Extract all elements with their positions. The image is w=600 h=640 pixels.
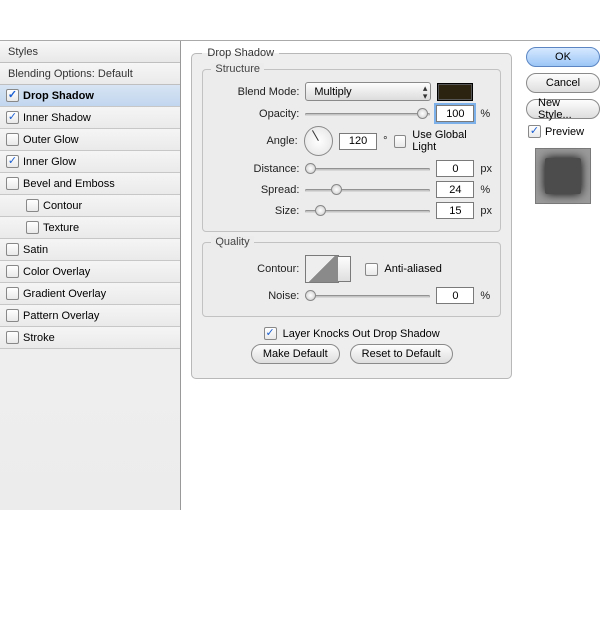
checkbox-icon[interactable] <box>6 155 19 168</box>
distance-input[interactable] <box>436 160 474 177</box>
structure-group: Structure Blend Mode: Multiply ▴▾ Opacit… <box>202 69 501 232</box>
spread-unit: % <box>480 184 490 196</box>
checkbox-icon[interactable] <box>6 331 19 344</box>
style-label: Bevel and Emboss <box>23 178 115 190</box>
contour-picker[interactable] <box>305 255 339 283</box>
style-label: Color Overlay <box>23 266 90 278</box>
style-texture[interactable]: Texture <box>0 217 180 239</box>
checkbox-icon[interactable] <box>6 177 19 190</box>
style-contour[interactable]: Contour <box>0 195 180 217</box>
blending-options-row[interactable]: Blending Options: Default <box>0 63 180 85</box>
checkbox-icon[interactable] <box>6 265 19 278</box>
style-pattern-overlay[interactable]: Pattern Overlay <box>0 305 180 327</box>
checkbox-icon[interactable] <box>6 133 19 146</box>
checkbox-icon[interactable] <box>26 221 39 234</box>
style-label: Stroke <box>23 332 55 344</box>
style-preview <box>535 148 591 204</box>
style-gradient-overlay[interactable]: Gradient Overlay <box>0 283 180 305</box>
knocks-out-label: Layer Knocks Out Drop Shadow <box>283 328 440 340</box>
anti-aliased-label: Anti-aliased <box>384 263 441 275</box>
style-stroke[interactable]: Stroke <box>0 327 180 349</box>
drop-shadow-panel: Drop Shadow Structure Blend Mode: Multip… <box>181 41 522 510</box>
dialog-buttons: OK Cancel New Style... Preview <box>522 41 600 510</box>
noise-input[interactable] <box>436 287 474 304</box>
style-label: Pattern Overlay <box>23 310 99 322</box>
style-inner-shadow[interactable]: Inner Shadow <box>0 107 180 129</box>
structure-label: Structure <box>211 63 264 75</box>
styles-sidebar: Styles Blending Options: Default Drop Sh… <box>0 41 181 510</box>
style-label: Inner Glow <box>23 156 76 168</box>
anti-aliased-checkbox[interactable] <box>365 263 378 276</box>
size-label: Size: <box>211 205 299 217</box>
angle-dial[interactable] <box>304 126 333 156</box>
size-slider[interactable] <box>305 204 430 218</box>
style-label: Drop Shadow <box>23 90 94 102</box>
preview-label: Preview <box>545 126 584 138</box>
quality-group: Quality Contour: Anti-aliased Noise: % <box>202 242 501 317</box>
drop-shadow-fieldset: Drop Shadow Structure Blend Mode: Multip… <box>191 47 512 379</box>
cancel-button[interactable]: Cancel <box>526 73 600 93</box>
angle-input[interactable] <box>339 133 377 150</box>
noise-unit: % <box>480 290 490 302</box>
use-global-light-label: Use Global Light <box>412 129 492 153</box>
style-satin[interactable]: Satin <box>0 239 180 261</box>
use-global-light-checkbox[interactable] <box>394 135 407 148</box>
blend-mode-select[interactable]: Multiply ▴▾ <box>305 82 431 101</box>
blend-mode-label: Blend Mode: <box>211 86 299 98</box>
distance-slider[interactable] <box>305 162 430 176</box>
opacity-label: Opacity: <box>211 108 299 120</box>
knocks-out-checkbox[interactable] <box>264 327 277 340</box>
noise-label: Noise: <box>211 290 299 302</box>
preview-checkbox[interactable] <box>528 125 541 138</box>
style-label: Outer Glow <box>23 134 79 146</box>
style-label: Gradient Overlay <box>23 288 106 300</box>
style-label: Inner Shadow <box>23 112 91 124</box>
quality-label: Quality <box>211 236 253 248</box>
style-inner-glow[interactable]: Inner Glow <box>0 151 180 173</box>
checkbox-icon[interactable] <box>6 89 19 102</box>
ok-button[interactable]: OK <box>526 47 600 67</box>
reset-default-button[interactable]: Reset to Default <box>350 344 453 364</box>
distance-unit: px <box>480 163 492 175</box>
color-swatch[interactable] <box>437 83 473 101</box>
opacity-input[interactable] <box>436 105 474 122</box>
size-input[interactable] <box>436 202 474 219</box>
style-label: Texture <box>43 222 79 234</box>
style-outer-glow[interactable]: Outer Glow <box>0 129 180 151</box>
checkbox-icon[interactable] <box>6 309 19 322</box>
size-unit: px <box>480 205 492 217</box>
noise-slider[interactable] <box>305 289 430 303</box>
opacity-slider[interactable] <box>305 107 430 121</box>
styles-header: Styles <box>0 41 180 63</box>
make-default-button[interactable]: Make Default <box>251 344 340 364</box>
layer-style-dialog: Styles Blending Options: Default Drop Sh… <box>0 40 600 510</box>
panel-title: Drop Shadow <box>202 47 279 59</box>
checkbox-icon[interactable] <box>6 287 19 300</box>
style-bevel-emboss[interactable]: Bevel and Emboss <box>0 173 180 195</box>
checkbox-icon[interactable] <box>6 243 19 256</box>
opacity-unit: % <box>480 108 490 120</box>
angle-unit: ° <box>383 135 387 147</box>
style-label: Satin <box>23 244 48 256</box>
checkbox-icon[interactable] <box>26 199 39 212</box>
style-preview-swatch <box>545 158 581 194</box>
spread-input[interactable] <box>436 181 474 198</box>
angle-label: Angle: <box>211 135 297 147</box>
style-color-overlay[interactable]: Color Overlay <box>0 261 180 283</box>
style-label: Contour <box>43 200 82 212</box>
updown-arrows-icon: ▴▾ <box>423 84 427 100</box>
spread-slider[interactable] <box>305 183 430 197</box>
distance-label: Distance: <box>211 163 299 175</box>
blend-mode-value: Multiply <box>314 86 351 98</box>
spread-label: Spread: <box>211 184 299 196</box>
contour-label: Contour: <box>211 263 299 275</box>
style-drop-shadow[interactable]: Drop Shadow <box>0 85 180 107</box>
checkbox-icon[interactable] <box>6 111 19 124</box>
new-style-button[interactable]: New Style... <box>526 99 600 119</box>
